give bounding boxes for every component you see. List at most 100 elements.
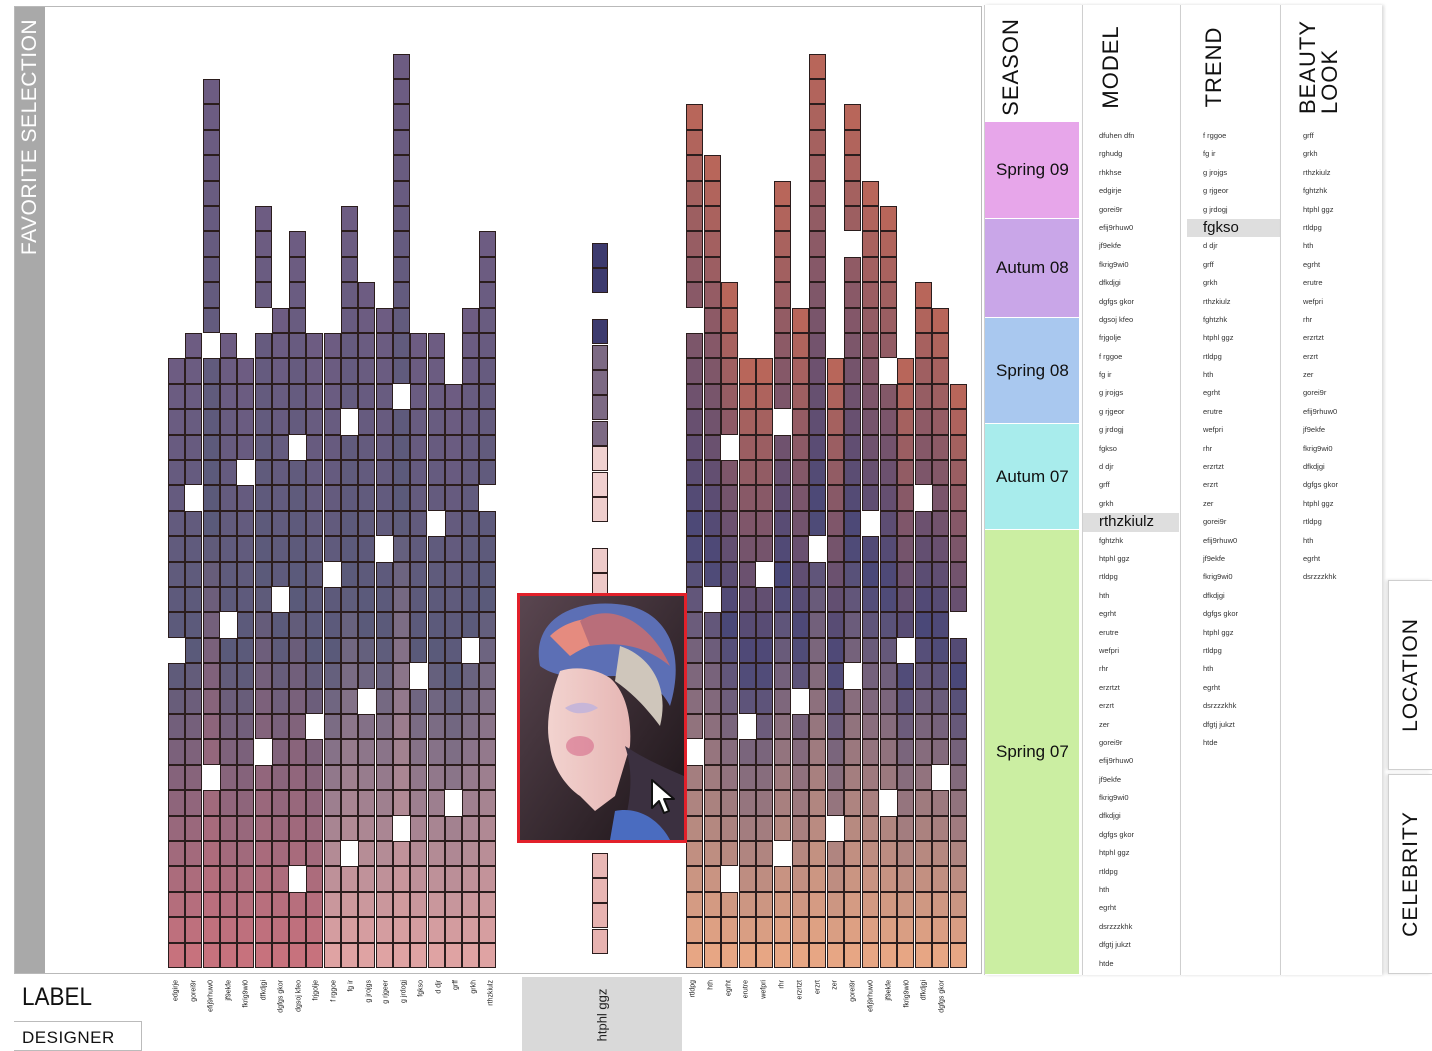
image-tile[interactable] xyxy=(219,383,237,410)
image-tile[interactable] xyxy=(410,790,428,816)
image-tile[interactable] xyxy=(219,536,237,562)
image-tile[interactable] xyxy=(462,942,480,968)
image-tile[interactable] xyxy=(703,637,721,664)
image-tile[interactable] xyxy=(844,510,862,537)
image-tile[interactable] xyxy=(479,587,497,613)
image-tile[interactable] xyxy=(392,53,410,79)
image-tile[interactable] xyxy=(703,688,721,714)
image-tile[interactable] xyxy=(914,663,932,689)
image-tile[interactable] xyxy=(237,891,255,918)
image-tile[interactable] xyxy=(271,714,289,740)
image-tile[interactable] xyxy=(306,587,324,613)
image-tile[interactable] xyxy=(738,866,756,892)
image-tile[interactable] xyxy=(341,358,358,384)
image-tile[interactable] xyxy=(306,841,324,867)
image-tile[interactable] xyxy=(721,536,739,562)
image-tile[interactable] xyxy=(392,587,410,613)
image-tile[interactable] xyxy=(462,307,480,333)
image-tile[interactable] xyxy=(410,942,428,968)
image-tile[interactable] xyxy=(862,688,879,714)
image-tile[interactable] xyxy=(686,688,703,714)
image-tile[interactable] xyxy=(375,383,393,410)
image-tile[interactable] xyxy=(392,866,410,892)
image-tile[interactable] xyxy=(444,764,462,791)
image-tile[interactable] xyxy=(950,764,967,791)
image-tile[interactable] xyxy=(809,104,827,130)
image-tile[interactable] xyxy=(306,942,324,968)
image-tile[interactable] xyxy=(185,434,203,460)
image-tile[interactable] xyxy=(738,460,756,486)
image-tile[interactable] xyxy=(738,510,756,537)
image-tile[interactable] xyxy=(375,942,393,968)
image-tile[interactable] xyxy=(444,663,462,689)
image-tile[interactable] xyxy=(862,434,879,460)
image-tile[interactable] xyxy=(703,155,721,181)
image-tile[interactable] xyxy=(410,409,428,435)
model-item[interactable]: grkh xyxy=(1099,495,1179,513)
image-tile[interactable] xyxy=(932,561,950,587)
image-tile[interactable] xyxy=(462,510,480,537)
image-tile[interactable] xyxy=(932,663,950,689)
image-tile[interactable] xyxy=(721,307,739,333)
image-tile[interactable] xyxy=(862,663,879,689)
image-tile[interactable] xyxy=(219,714,237,740)
image-tile[interactable] xyxy=(427,358,445,384)
image-tile[interactable] xyxy=(703,434,721,460)
image-tile[interactable] xyxy=(323,460,341,486)
image-tile[interactable] xyxy=(738,891,756,918)
image-tile[interactable] xyxy=(879,637,897,664)
image-tile[interactable] xyxy=(168,536,185,562)
image-tile[interactable] xyxy=(756,739,774,765)
image-tile[interactable] xyxy=(341,206,358,232)
column-label[interactable]: efij9rhuw0 xyxy=(865,980,877,1020)
model-item[interactable]: fg ir xyxy=(1099,366,1179,384)
image-tile[interactable] xyxy=(774,460,791,486)
image-tile[interactable] xyxy=(914,688,932,714)
image-tile[interactable] xyxy=(410,764,428,791)
image-tile[interactable] xyxy=(721,510,739,537)
image-tile[interactable] xyxy=(774,206,791,232)
image-tile[interactable] xyxy=(289,663,307,689)
image-tile[interactable] xyxy=(756,688,774,714)
column-label[interactable]: frjgolje xyxy=(310,980,322,1020)
image-tile[interactable] xyxy=(254,510,272,537)
image-tile[interactable] xyxy=(444,841,462,867)
image-tile[interactable] xyxy=(271,485,289,511)
image-tile[interactable] xyxy=(738,764,756,791)
image-tile[interactable] xyxy=(202,358,220,384)
image-tile[interactable] xyxy=(879,256,897,283)
image-tile[interactable] xyxy=(202,409,220,435)
image-tile[interactable] xyxy=(306,688,324,714)
image-tile[interactable] xyxy=(844,561,862,587)
trend-item[interactable]: hth xyxy=(1203,366,1283,384)
image-tile[interactable] xyxy=(932,688,950,714)
image-tile[interactable] xyxy=(686,333,703,359)
image-tile[interactable] xyxy=(686,866,703,892)
image-tile[interactable] xyxy=(686,917,703,943)
image-tile[interactable] xyxy=(774,485,791,511)
image-tile[interactable] xyxy=(844,637,862,664)
image-tile[interactable] xyxy=(897,358,915,384)
image-tile[interactable] xyxy=(254,460,272,486)
image-tile[interactable] xyxy=(479,561,497,587)
image-tile[interactable] xyxy=(914,942,932,968)
image-tile[interactable] xyxy=(219,358,237,384)
model-item[interactable]: htde xyxy=(1099,955,1179,973)
image-tile[interactable] xyxy=(462,358,480,384)
image-tile[interactable] xyxy=(358,333,376,359)
image-tile[interactable] xyxy=(358,663,376,689)
beauty-item[interactable]: jf9ekfe xyxy=(1303,421,1338,439)
image-tile[interactable] xyxy=(809,53,827,79)
image-tile[interactable] xyxy=(237,714,255,740)
image-tile[interactable] xyxy=(862,536,879,562)
image-tile[interactable] xyxy=(444,510,462,537)
column-label[interactable]: zer xyxy=(829,980,841,1020)
image-tile[interactable] xyxy=(289,307,307,333)
image-tile[interactable] xyxy=(323,409,341,435)
image-tile[interactable] xyxy=(375,612,393,638)
image-tile[interactable] xyxy=(879,866,897,892)
image-tile[interactable] xyxy=(168,409,185,435)
image-tile[interactable] xyxy=(932,587,950,613)
image-tile[interactable] xyxy=(809,485,827,511)
image-tile[interactable] xyxy=(879,307,897,333)
